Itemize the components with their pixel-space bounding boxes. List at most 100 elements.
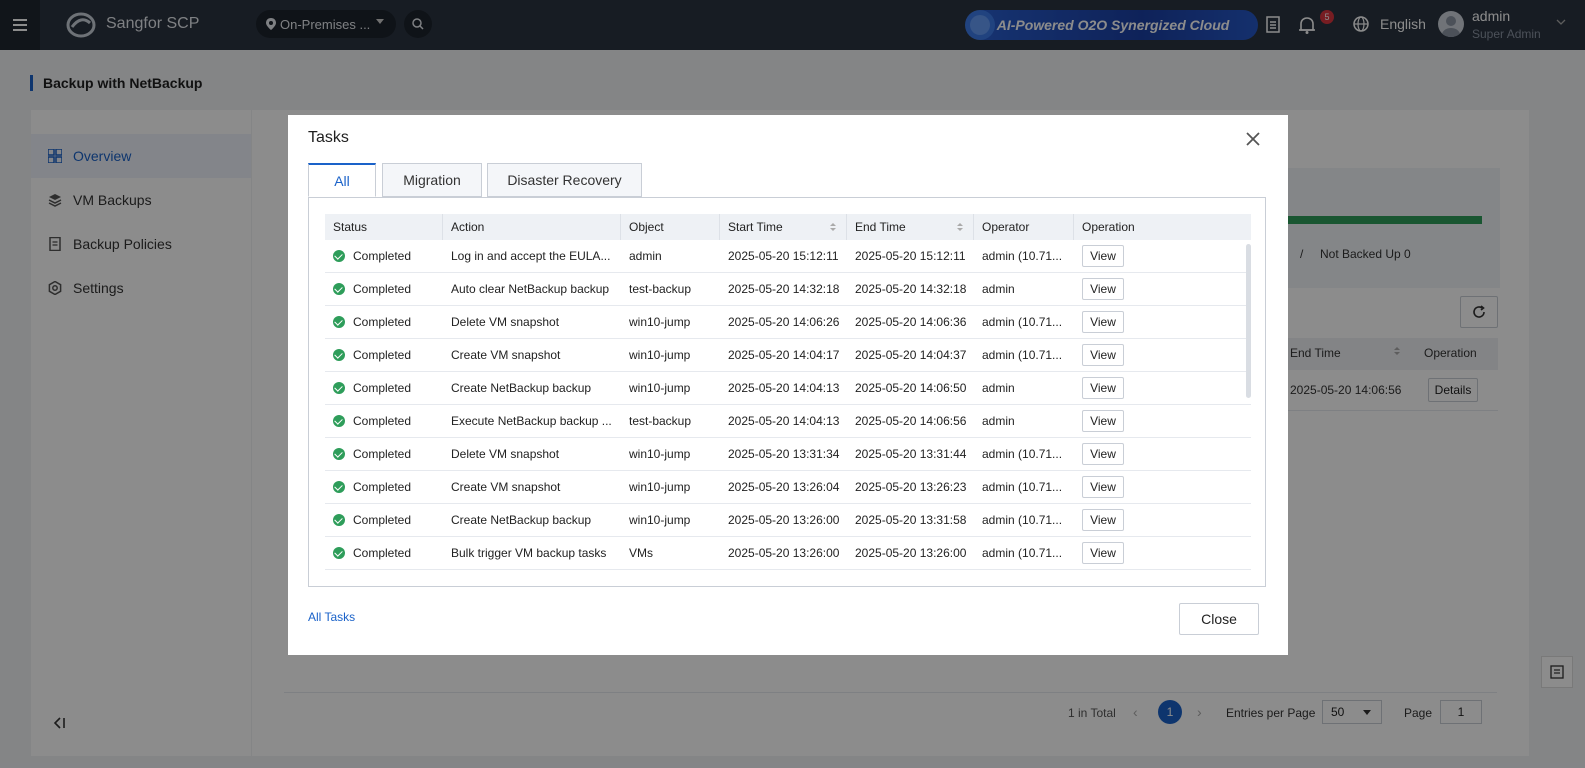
column-header-object: Object <box>621 214 720 240</box>
object-cell: test-backup <box>629 282 692 296</box>
column-header-start-time[interactable]: Start Time <box>720 214 847 240</box>
end-time-cell: 2025-05-20 14:06:50 <box>855 381 967 395</box>
status-text: Completed <box>353 249 412 263</box>
object-cell: win10-jump <box>629 480 691 494</box>
check-circle-icon <box>333 480 345 493</box>
status-text: Completed <box>353 282 412 296</box>
check-circle-icon <box>333 282 345 295</box>
action-cell: Create NetBackup backup <box>451 381 592 395</box>
column-header-label: Start Time <box>728 220 783 234</box>
status-text: Completed <box>353 513 412 527</box>
table-row: Completed Bulk trigger VM backup tasks V… <box>325 537 1251 570</box>
object-cell: test-backup <box>629 414 692 428</box>
status-cell: Completed <box>325 504 443 537</box>
status-cell: Completed <box>325 306 443 339</box>
end-time-cell: 2025-05-20 13:31:58 <box>855 513 967 527</box>
action-cell: Delete VM snapshot <box>451 315 560 329</box>
status-text: Completed <box>353 546 412 560</box>
check-circle-icon <box>333 414 345 427</box>
start-time-cell: 2025-05-20 15:12:11 <box>728 249 839 263</box>
status-cell: Completed <box>325 240 443 273</box>
status-cell: Completed <box>325 273 443 306</box>
action-cell: Create VM snapshot <box>451 480 561 494</box>
status-text: Completed <box>353 348 412 362</box>
sort-icon <box>830 223 836 231</box>
start-time-cell: 2025-05-20 14:04:13 <box>728 381 840 395</box>
view-button[interactable]: View <box>1082 542 1124 564</box>
column-header-status: Status <box>325 214 443 240</box>
table-row: Completed Delete VM snapshot win10-jump … <box>325 438 1251 471</box>
start-time-cell: 2025-05-20 13:31:34 <box>728 447 840 461</box>
all-tasks-link[interactable]: All Tasks <box>308 610 355 624</box>
check-circle-icon <box>333 381 345 394</box>
start-time-cell: 2025-05-20 14:04:13 <box>728 414 840 428</box>
operator-cell: admin (10.71... <box>982 315 1063 329</box>
view-button[interactable]: View <box>1082 344 1124 366</box>
table-row: Completed Create VM snapshot win10-jump … <box>325 339 1251 372</box>
end-time-cell: 2025-05-20 13:26:23 <box>855 480 967 494</box>
check-circle-icon <box>333 447 345 460</box>
check-circle-icon <box>333 513 345 526</box>
table-row: Completed Create NetBackup backup win10-… <box>325 504 1251 537</box>
view-button[interactable]: View <box>1082 278 1124 300</box>
tab-migration[interactable]: Migration <box>382 163 482 197</box>
end-time-cell: 2025-05-20 13:31:44 <box>855 447 967 461</box>
status-text: Completed <box>353 480 412 494</box>
object-cell: win10-jump <box>629 315 691 329</box>
status-cell: Completed <box>325 537 443 570</box>
action-cell: Auto clear NetBackup backup <box>451 282 610 296</box>
table-scrollbar[interactable] <box>1246 244 1251 398</box>
table-row: Completed Delete VM snapshot win10-jump … <box>325 306 1251 339</box>
sort-icon <box>957 223 963 231</box>
end-time-cell: 2025-05-20 14:06:36 <box>855 315 967 329</box>
start-time-cell: 2025-05-20 13:26:00 <box>728 546 840 560</box>
end-time-cell: 2025-05-20 13:26:00 <box>855 546 967 560</box>
view-button[interactable]: View <box>1082 476 1124 498</box>
close-button[interactable]: Close <box>1179 603 1259 635</box>
view-button[interactable]: View <box>1082 377 1124 399</box>
operator-cell: admin <box>982 381 1015 395</box>
table-row: Completed Create NetBackup backup win10-… <box>325 372 1251 405</box>
view-button[interactable]: View <box>1082 311 1124 333</box>
status-cell: Completed <box>325 372 443 405</box>
tasks-dialog: Tasks All Migration Disaster Recovery St… <box>288 115 1288 655</box>
table-row: Completed Execute NetBackup backup ... t… <box>325 405 1251 438</box>
operator-cell: admin <box>982 282 1015 296</box>
status-cell: Completed <box>325 339 443 372</box>
status-text: Completed <box>353 315 412 329</box>
operator-cell: admin (10.71... <box>982 447 1063 461</box>
column-header-operator: Operator <box>974 214 1074 240</box>
end-time-cell: 2025-05-20 14:32:18 <box>855 282 967 296</box>
action-cell: Execute NetBackup backup ... <box>451 414 612 428</box>
tasks-table-body: Completed Log in and accept the EULA... … <box>325 240 1251 570</box>
operator-cell: admin (10.71... <box>982 348 1063 362</box>
object-cell: win10-jump <box>629 513 691 527</box>
column-header-label: End Time <box>855 220 906 234</box>
object-cell: win10-jump <box>629 381 691 395</box>
view-button[interactable]: View <box>1082 443 1124 465</box>
column-header-end-time[interactable]: End Time <box>847 214 974 240</box>
start-time-cell: 2025-05-20 14:32:18 <box>728 282 840 296</box>
operator-cell: admin (10.71... <box>982 513 1063 527</box>
view-button[interactable]: View <box>1082 509 1124 531</box>
object-cell: win10-jump <box>629 348 691 362</box>
start-time-cell: 2025-05-20 14:06:26 <box>728 315 840 329</box>
status-cell: Completed <box>325 405 443 438</box>
status-text: Completed <box>353 414 412 428</box>
tasks-panel: Status Action Object Start Time End Time… <box>308 197 1266 587</box>
check-circle-icon <box>333 315 345 328</box>
close-icon[interactable] <box>1245 131 1261 147</box>
tab-all[interactable]: All <box>308 163 376 197</box>
action-cell: Create NetBackup backup <box>451 513 592 527</box>
operator-cell: admin (10.71... <box>982 249 1063 263</box>
column-header-action: Action <box>443 214 621 240</box>
tab-disaster-recovery[interactable]: Disaster Recovery <box>487 163 642 197</box>
view-button[interactable]: View <box>1082 410 1124 432</box>
status-cell: Completed <box>325 438 443 471</box>
end-time-cell: 2025-05-20 14:04:37 <box>855 348 967 362</box>
check-circle-icon <box>333 249 345 262</box>
view-button[interactable]: View <box>1082 245 1124 267</box>
start-time-cell: 2025-05-20 14:04:17 <box>728 348 840 362</box>
end-time-cell: 2025-05-20 14:06:56 <box>855 414 967 428</box>
status-text: Completed <box>353 447 412 461</box>
